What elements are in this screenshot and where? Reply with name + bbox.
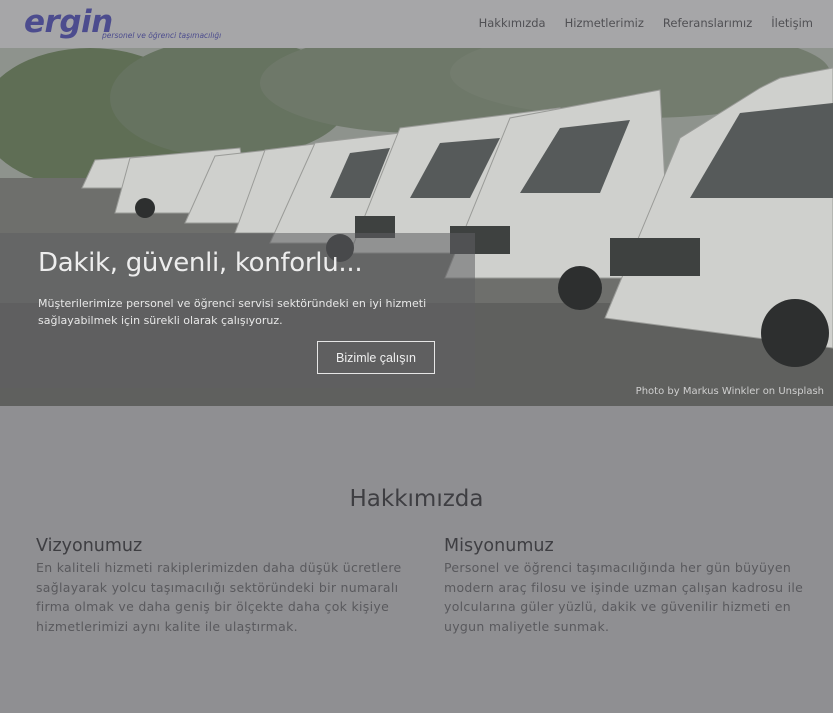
nav-item-services[interactable]: Hizmetlerimiz [565, 16, 644, 30]
mission-block: Misyonumuz Personel ve öğrenci taşımacıl… [444, 535, 814, 636]
vision-text: En kaliteli hizmeti rakiplerimizden daha… [36, 560, 402, 634]
nav-item-references[interactable]: Referanslarımız [663, 16, 752, 30]
vision-block: Vizyonumuz En kaliteli hizmeti rakipleri… [36, 535, 406, 636]
nav-item-contact[interactable]: İletişim [771, 16, 813, 30]
site-header: ergin personel ve öğrenci taşımacılığı H… [0, 0, 833, 48]
mission-title: Misyonumuz [444, 536, 554, 556]
brand-tagline: personel ve öğrenci taşımacılığı [102, 31, 222, 40]
vision-title: Vizyonumuz [36, 536, 143, 556]
brand-logo[interactable]: ergin personel ve öğrenci taşımacılığı [24, 4, 221, 40]
main-nav: Hakkımızda Hizmetlerimiz Referanslarımız… [479, 16, 813, 30]
work-with-us-button[interactable]: Bizimle çalışın [317, 341, 435, 374]
brand-name: ergin [24, 4, 113, 40]
mission-text: Personel ve öğrenci taşımacılığında her … [444, 560, 804, 634]
about-section-title: Hakkımızda [349, 486, 484, 512]
hero-title: Dakik, güvenli, konforlu... [38, 248, 363, 278]
hero-section: Dakik, güvenli, konforlu... Müşterilerim… [0, 48, 833, 406]
hero-description: Müşterilerimize personel ve öğrenci serv… [38, 297, 427, 327]
nav-item-about[interactable]: Hakkımızda [479, 16, 546, 30]
photo-credit[interactable]: Photo by Markus Winkler on Unsplash [636, 386, 824, 397]
